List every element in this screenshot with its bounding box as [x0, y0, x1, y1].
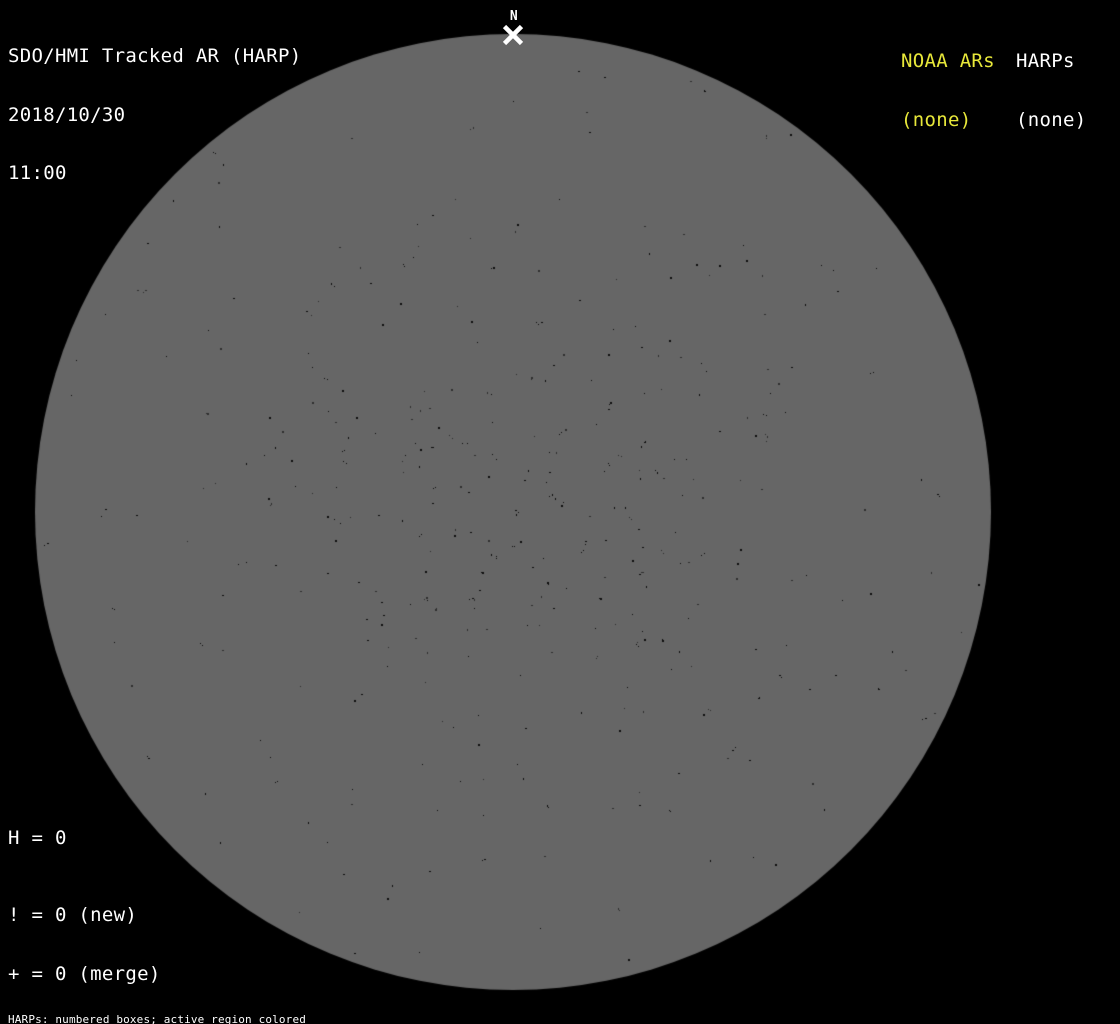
footer-harps-caption: HARPs: numbered boxes; active region col…	[8, 1013, 306, 1024]
observation-time: 11:00	[8, 162, 67, 184]
noaa-ars-value: (none)	[901, 108, 972, 131]
noaa-ars-label: NOAA ARs	[901, 50, 995, 72]
observation-date: 2018/10/30	[8, 103, 126, 126]
title-block: SDO/HMI Tracked AR (HARP) 2018/10/30 11:…	[8, 8, 301, 223]
harps-value: (none)	[1016, 108, 1087, 131]
north-pole-x-cross-icon	[502, 24, 524, 46]
harps-legend: HARPs (none)	[1016, 13, 1086, 169]
harp-viewer-frame: SDO/HMI Tracked AR (HARP) 2018/10/30 11:…	[0, 0, 1120, 1024]
counter-new: ! = 0 (new)	[8, 904, 138, 926]
harp-count: H = 0	[8, 827, 67, 849]
harps-label: HARPs	[1016, 50, 1075, 72]
counter-merge: + = 0 (merge)	[8, 962, 161, 985]
page-title: SDO/HMI Tracked AR (HARP)	[8, 45, 302, 67]
noaa-ars-legend: NOAA ARs (none)	[901, 13, 995, 169]
north-pole-label: N	[509, 9, 519, 24]
footer-caption: HARPs: numbered boxes; active region col…	[8, 991, 401, 1024]
